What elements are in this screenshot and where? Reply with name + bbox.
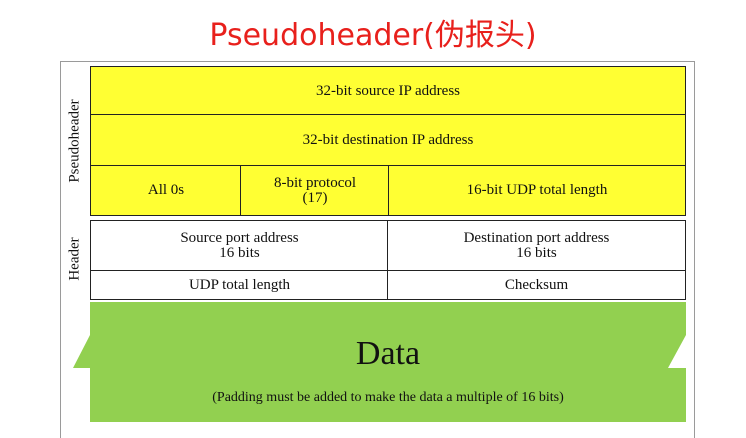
data-block-note: (Padding must be added to make the data … xyxy=(212,390,564,405)
data-block-label: Data xyxy=(355,335,421,372)
